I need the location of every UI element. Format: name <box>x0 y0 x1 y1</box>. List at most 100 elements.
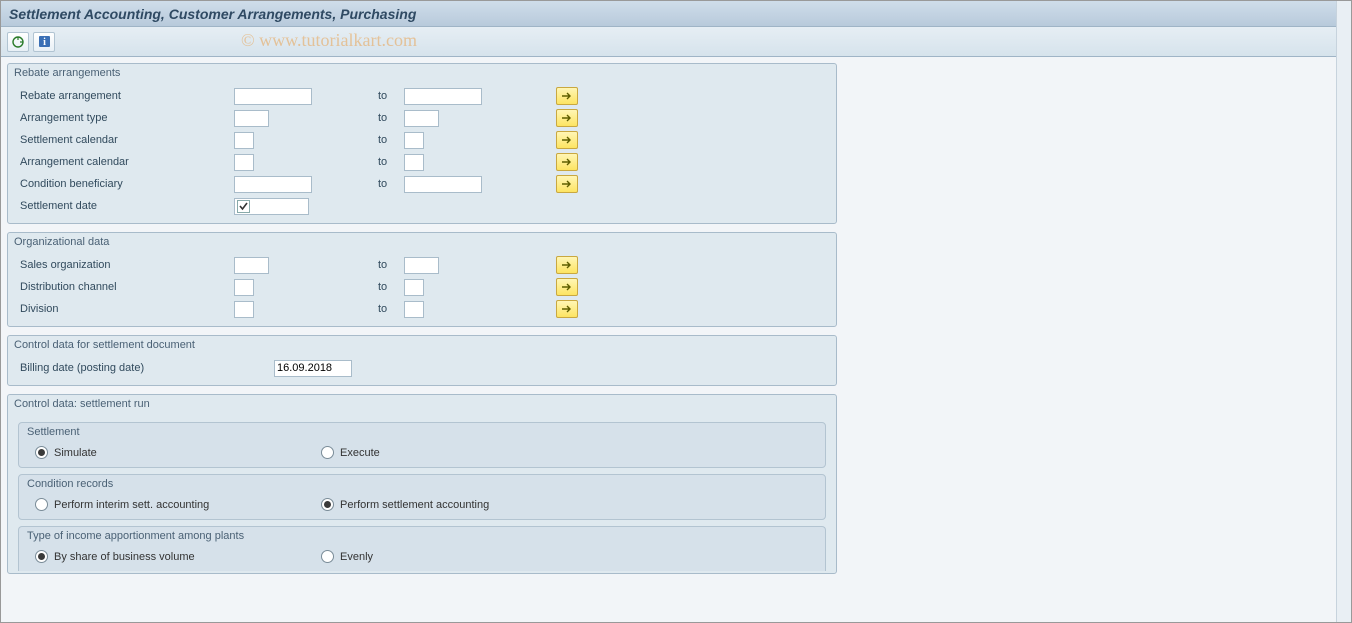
window-title: Settlement Accounting, Customer Arrangem… <box>9 6 416 22</box>
arrow-right-icon <box>561 113 573 123</box>
condition-beneficiary-to[interactable] <box>404 176 482 193</box>
subgroup-condition-records: Condition records Perform interim sett. … <box>18 474 826 520</box>
label-arrangement-calendar: Arrangement calendar <box>14 156 234 168</box>
label-settlement-calendar: Settlement calendar <box>14 134 234 146</box>
execute-button[interactable] <box>7 32 29 52</box>
to-label: to <box>374 303 404 315</box>
checkmark-icon <box>238 201 249 212</box>
to-label: to <box>374 259 404 271</box>
rebate-arrangement-from[interactable] <box>234 88 312 105</box>
scroll-spacer <box>7 582 1345 622</box>
group-title-control-run: Control data: settlement run <box>8 395 836 416</box>
radio-label-evenly: Evenly <box>340 551 373 563</box>
group-title-control-doc: Control data for settlement document <box>8 336 836 357</box>
label-arrangement-type: Arrangement type <box>14 112 234 124</box>
info-button[interactable]: i <box>33 32 55 52</box>
radio-perform-sett[interactable] <box>321 498 334 511</box>
label-rebate-arrangement: Rebate arrangement <box>14 90 234 102</box>
arrow-right-icon <box>561 282 573 292</box>
multi-select-button[interactable] <box>556 300 578 318</box>
radio-label-final: Perform settlement accounting <box>340 499 489 511</box>
division-to[interactable] <box>404 301 424 318</box>
to-label: to <box>374 156 404 168</box>
row-division: Division to <box>8 298 836 320</box>
row-arrangement-calendar: Arrangement calendar to <box>8 151 836 173</box>
to-label: to <box>374 134 404 146</box>
arrangement-type-from[interactable] <box>234 110 269 127</box>
row-sales-org: Sales organization to <box>8 254 836 276</box>
to-label: to <box>374 90 404 102</box>
distribution-channel-to[interactable] <box>404 279 424 296</box>
radio-label-execute: Execute <box>340 447 380 459</box>
group-control-settlement-run: Control data: settlement run Settlement … <box>7 394 837 574</box>
to-label: to <box>374 178 404 190</box>
radio-by-share[interactable] <box>35 550 48 563</box>
distribution-channel-from[interactable] <box>234 279 254 296</box>
label-billing-date: Billing date (posting date) <box>14 362 274 374</box>
group-organizational-data: Organizational data Sales organization t… <box>7 232 837 327</box>
watermark: © www.tutorialkart.com <box>241 30 417 51</box>
radio-row-settlement: Simulate Execute <box>19 444 825 461</box>
arrow-right-icon <box>561 135 573 145</box>
arrangement-calendar-to[interactable] <box>404 154 424 171</box>
multi-select-button[interactable] <box>556 153 578 171</box>
sales-org-from[interactable] <box>234 257 269 274</box>
multi-select-button[interactable] <box>556 109 578 127</box>
group-title-rebate: Rebate arrangements <box>8 64 836 85</box>
row-condition-beneficiary: Condition beneficiary to <box>8 173 836 195</box>
arrow-right-icon <box>561 91 573 101</box>
arrow-right-icon <box>561 157 573 167</box>
condition-beneficiary-from[interactable] <box>234 176 312 193</box>
settlement-date-checkbox[interactable] <box>237 200 250 213</box>
label-sales-org: Sales organization <box>14 259 234 271</box>
main-area: Rebate arrangements Rebate arrangement t… <box>1 57 1351 622</box>
multi-select-button[interactable] <box>556 256 578 274</box>
subgroup-settlement: Settlement Simulate Execute <box>18 422 826 468</box>
radio-label-by-share: By share of business volume <box>54 551 195 563</box>
multi-select-button[interactable] <box>556 175 578 193</box>
to-label: to <box>374 112 404 124</box>
arrow-right-icon <box>561 179 573 189</box>
division-from[interactable] <box>234 301 254 318</box>
settlement-date-field[interactable] <box>234 198 309 215</box>
row-rebate-arrangement: Rebate arrangement to <box>8 85 836 107</box>
multi-select-button[interactable] <box>556 278 578 296</box>
radio-simulate[interactable] <box>35 446 48 459</box>
to-label: to <box>374 281 404 293</box>
multi-select-button[interactable] <box>556 131 578 149</box>
outer-scrollbar[interactable] <box>1336 57 1351 622</box>
rebate-arrangement-to[interactable] <box>404 88 482 105</box>
settlement-calendar-to[interactable] <box>404 132 424 149</box>
settlement-calendar-from[interactable] <box>234 132 254 149</box>
sub-title-income-apportion: Type of income apportionment among plant… <box>19 527 825 548</box>
arrow-right-icon <box>561 304 573 314</box>
label-distribution-channel: Distribution channel <box>14 281 234 293</box>
label-settlement-date: Settlement date <box>14 200 234 212</box>
sub-title-settlement: Settlement <box>19 423 825 444</box>
row-settlement-calendar: Settlement calendar to <box>8 129 836 151</box>
label-condition-beneficiary: Condition beneficiary <box>14 178 234 190</box>
radio-label-interim: Perform interim sett. accounting <box>54 499 209 511</box>
info-icon: i <box>38 35 51 48</box>
group-rebate-arrangements: Rebate arrangements Rebate arrangement t… <box>7 63 837 224</box>
scroll-content[interactable]: Rebate arrangements Rebate arrangement t… <box>1 57 1351 622</box>
sub-title-cond-records: Condition records <box>19 475 825 496</box>
group-title-org: Organizational data <box>8 233 836 254</box>
radio-evenly[interactable] <box>321 550 334 563</box>
radio-label-simulate: Simulate <box>54 447 97 459</box>
multi-select-button[interactable] <box>556 87 578 105</box>
sales-org-to[interactable] <box>404 257 439 274</box>
app-window: Settlement Accounting, Customer Arrangem… <box>0 0 1352 623</box>
row-distribution-channel: Distribution channel to <box>8 276 836 298</box>
execute-icon <box>11 35 25 49</box>
radio-execute[interactable] <box>321 446 334 459</box>
row-arrangement-type: Arrangement type to <box>8 107 836 129</box>
arrangement-calendar-from[interactable] <box>234 154 254 171</box>
radio-interim-sett[interactable] <box>35 498 48 511</box>
subgroup-income-apportion: Type of income apportionment among plant… <box>18 526 826 571</box>
arrangement-type-to[interactable] <box>404 110 439 127</box>
svg-text:i: i <box>43 37 46 48</box>
row-settlement-date: Settlement date <box>8 195 836 217</box>
billing-date-input[interactable] <box>274 360 352 377</box>
title-bar: Settlement Accounting, Customer Arrangem… <box>1 1 1351 27</box>
